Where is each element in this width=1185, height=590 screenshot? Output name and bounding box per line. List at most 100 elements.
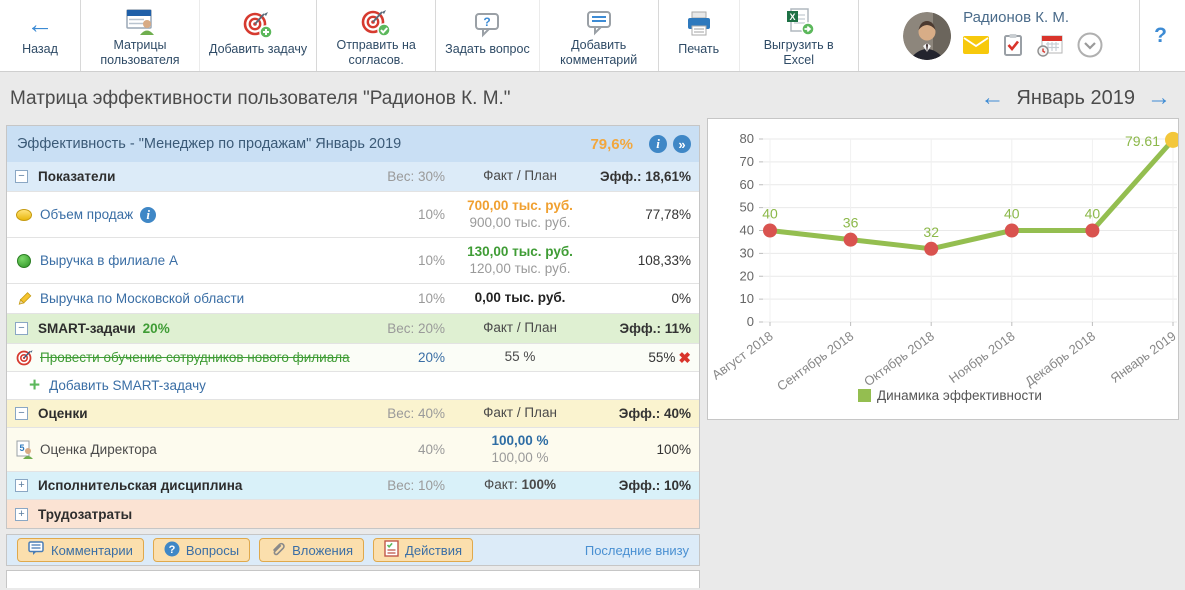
section-eff: Эфф.: 18,61%: [595, 169, 691, 184]
send-approval-button[interactable]: Отправить на согласов.: [317, 0, 435, 71]
efficiency-line-chart[interactable]: 01020304050607080403632404079.61Август 2…: [708, 119, 1178, 419]
indicator-link[interactable]: Выручка по Московской области: [40, 291, 244, 306]
collapse-icon[interactable]: [15, 170, 28, 183]
back-button[interactable]: ← Назад: [0, 0, 80, 71]
chevron-down-icon[interactable]: [1077, 32, 1103, 63]
tab-comments[interactable]: Комментарии: [17, 538, 144, 562]
row-director-rating: 5 Оценка Директора 40% 100,00 % 100,00 %…: [7, 428, 699, 472]
user-matrices-button[interactable]: Матрицы пользователя: [81, 0, 199, 71]
section-labor-label: Трудозатраты: [38, 507, 132, 522]
add-comment-button[interactable]: Добавить комментарий: [539, 0, 658, 71]
back-label: Назад: [22, 42, 58, 57]
add-task-button[interactable]: Добавить задачу: [199, 0, 316, 71]
add-smart-task-link[interactable]: Добавить SMART-задачу: [49, 378, 206, 393]
expand-panel-icon[interactable]: [673, 135, 691, 153]
add-comment-icon: [583, 7, 615, 37]
section-eff: Эфф.: 40%: [595, 406, 691, 421]
tab-actions[interactable]: Действия: [373, 538, 473, 562]
section-weight: Вес: 20%: [355, 321, 445, 336]
status-yellow-icon: [15, 209, 33, 221]
svg-text:Октябрь 2018: Октябрь 2018: [861, 328, 937, 389]
top-toolbar: ← Назад Матрицы пользователя: [0, 0, 1185, 72]
tasks-clipboard-icon[interactable]: [1003, 33, 1023, 62]
tab-comments-label: Комментарии: [51, 543, 133, 558]
comment-icon: [28, 541, 45, 559]
info-icon[interactable]: [140, 207, 156, 223]
svg-text:10: 10: [740, 291, 754, 306]
rating-name[interactable]: Оценка Директора: [40, 442, 157, 457]
indicator-link[interactable]: Выручка в филиале А: [40, 253, 178, 268]
svg-text:30: 30: [740, 245, 754, 260]
indicator-weight: 10%: [355, 253, 445, 268]
row-add-smart-task: Добавить SMART-задачу: [7, 372, 699, 400]
smart-task-fact: 55 %: [505, 349, 536, 364]
period-label: Январь 2019: [1016, 87, 1135, 110]
efficiency-chart-panel: 01020304050607080403632404079.61Август 2…: [707, 118, 1179, 420]
smart-task-weight[interactable]: 20%: [355, 350, 445, 365]
collapse-icon[interactable]: [15, 322, 28, 335]
attachment-icon: [270, 541, 286, 560]
section-weight: Вес: 10%: [355, 478, 445, 493]
svg-text:Ноябрь 2018: Ноябрь 2018: [946, 328, 1018, 386]
factplan-header: Факт / План: [445, 168, 595, 185]
sort-order-link[interactable]: Последние внизу: [585, 543, 689, 558]
fact-value: 100%: [522, 477, 557, 492]
expand-icon[interactable]: [15, 479, 28, 492]
calendar-clock-icon[interactable]: [1037, 34, 1063, 62]
row-branch-revenue: Выручка в филиале А 10% 130,00 тыс. руб.…: [7, 238, 699, 284]
next-month-arrow-icon[interactable]: →: [1147, 86, 1171, 110]
row-moscow-revenue: Выручка по Московской области 10% 0,00 т…: [7, 284, 699, 314]
svg-text:20: 20: [740, 268, 754, 283]
print-icon: [684, 7, 714, 41]
print-button[interactable]: Печать: [659, 0, 739, 71]
info-icon[interactable]: [649, 135, 667, 153]
section-weight: Вес: 30%: [355, 169, 445, 184]
ask-question-label: Задать вопрос: [445, 42, 530, 57]
excel-export-button[interactable]: X Выгрузить в Excel: [739, 0, 858, 71]
svg-text:60: 60: [740, 177, 754, 192]
prev-month-arrow-icon[interactable]: ←: [980, 86, 1004, 110]
svg-text:36: 36: [843, 215, 859, 231]
section-ratings: Оценки Вес: 40% Факт / План Эфф.: 40%: [7, 400, 699, 428]
toolbar-group-dialog: ? Задать вопрос Добавить комментарий: [436, 0, 659, 71]
section-smart-label: SMART-задачи: [38, 321, 136, 336]
period-navigation: ← Январь 2019 →: [980, 86, 1171, 110]
section-eff: Эфф.: 11%: [595, 321, 691, 336]
help-button[interactable]: ?: [1154, 24, 1167, 48]
add-comment-label: Добавить комментарий: [549, 38, 649, 68]
smart-task-name[interactable]: Провести обучение сотрудников нового фил…: [40, 350, 350, 365]
efficiency-total-value: 79,6%: [590, 136, 633, 153]
indicator-link[interactable]: Объем продаж: [40, 207, 133, 222]
expand-icon[interactable]: [15, 508, 28, 521]
add-task-icon: [242, 7, 274, 41]
avatar[interactable]: [903, 12, 951, 60]
svg-text:Декабрь 2018: Декабрь 2018: [1022, 328, 1098, 389]
toolbar-group-export: Печать X Выгрузить в Excel: [659, 0, 859, 71]
user-name: Радионов К. М.: [963, 9, 1133, 26]
ask-question-icon: ?: [471, 7, 503, 41]
send-approval-icon: [360, 7, 392, 37]
fact-value: 0,00 тыс. руб.: [475, 290, 566, 305]
fact-value: 700,00 тыс. руб.: [445, 198, 595, 215]
delete-task-icon[interactable]: ✖: [678, 349, 691, 367]
excel-export-icon: X: [783, 7, 815, 37]
user-matrices-label: Матрицы пользователя: [90, 38, 190, 68]
factplan-header: Факт / План: [445, 320, 595, 337]
section-discipline-label: Исполнительская дисциплина: [38, 478, 242, 493]
svg-text:70: 70: [740, 154, 754, 169]
mail-icon[interactable]: [963, 36, 989, 59]
page-title: Матрица эффективности пользователя "Ради…: [10, 88, 511, 110]
tab-questions[interactable]: ? Вопросы: [153, 538, 250, 562]
ask-question-button[interactable]: ? Задать вопрос: [436, 0, 539, 71]
plan-value: 100,00 %: [445, 450, 595, 467]
send-approval-label: Отправить на согласов.: [326, 38, 426, 68]
indicator-eff: 108,33%: [595, 253, 691, 268]
svg-text:Динамика эффективности: Динамика эффективности: [877, 388, 1042, 403]
collapse-icon[interactable]: [15, 407, 28, 420]
smart-task-eff: 55%: [648, 350, 675, 365]
svg-text:Август 2018: Август 2018: [709, 328, 776, 382]
svg-text:?: ?: [484, 15, 491, 29]
tab-attachments[interactable]: Вложения: [259, 538, 364, 562]
actions-icon: [384, 540, 399, 560]
comments-toolbar: Комментарии ? Вопросы Вложения Дейст: [6, 534, 700, 566]
